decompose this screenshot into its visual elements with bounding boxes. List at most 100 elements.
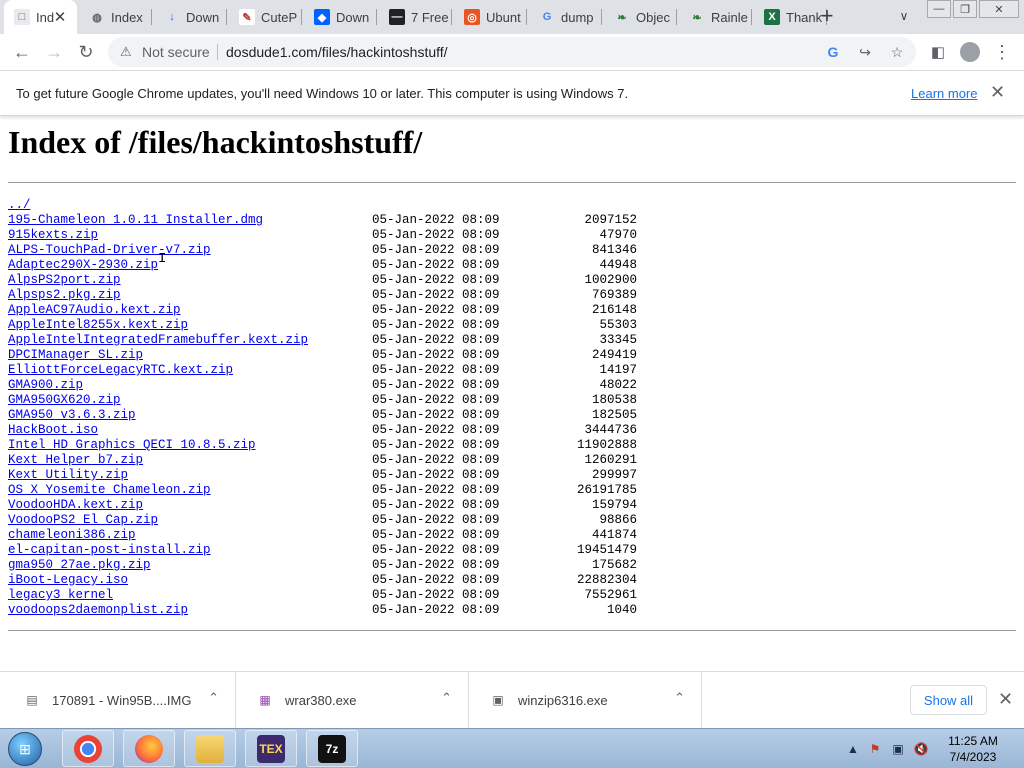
tab[interactable]: ◎ Ubunt [454, 0, 527, 34]
file-link[interactable]: GMA950GX620.zip [8, 393, 121, 407]
new-tab-button[interactable]: + [815, 3, 839, 28]
chevron-up-icon[interactable]: ⌃ [674, 690, 685, 706]
disk-image-icon: ▤ [26, 693, 38, 707]
parent-directory-link[interactable]: ../ [8, 198, 31, 212]
close-window-button[interactable]: ✕ [979, 0, 1019, 18]
tab[interactable]: ✎ CuteP [229, 0, 302, 34]
clock[interactable]: 11:25 AM 7/4/2023 [940, 733, 1006, 765]
tab-title: CuteP [261, 9, 298, 25]
close-icon[interactable]: ✕ [998, 689, 1013, 710]
file-link[interactable]: OS X Yosemite Chameleon.zip [8, 483, 211, 497]
file-link[interactable]: voodoops2daemonplist.zip [8, 603, 188, 617]
file-link[interactable]: 195-Chameleon 1.0.11 Installer.dmg [8, 213, 263, 227]
file-link[interactable]: Alpsps2.pkg.zip [8, 288, 121, 302]
address-bar[interactable]: ⚠ Not secure dosdude1.com/files/hackinto… [108, 37, 916, 67]
maximize-button[interactable]: ❐ [953, 0, 977, 18]
tab-strip: □ Ind ✕ ◍ Index ↓ Down ✎ CuteP ◆ Down — 7 Free ◎ Ubunt… [0, 0, 1024, 34]
file-size: 19451479 [576, 543, 637, 557]
file-size: 182505 [591, 408, 637, 422]
file-link[interactable]: legacy3_kernel [8, 588, 113, 602]
chevron-up-icon[interactable]: ⌃ [208, 690, 219, 706]
tab[interactable]: ◍ Index [79, 0, 152, 34]
file-link[interactable]: HackBoot.iso [8, 423, 98, 437]
tab[interactable]: □ Ind ✕ [4, 0, 77, 34]
dropbox-icon: ◆ [314, 9, 330, 25]
update-infobar: To get future Google Chrome updates, you… [0, 71, 1024, 116]
file-link[interactable]: VoodooPS2 El Cap.zip [8, 513, 158, 527]
tab[interactable]: ↓ Down [154, 0, 227, 34]
close-tab-icon[interactable]: ✕ [51, 8, 69, 26]
download-item[interactable]: ▤ 170891 - Win95B....IMG ⌃ [4, 672, 236, 729]
volume-muted-icon[interactable]: 🔇 [913, 741, 929, 757]
url-text[interactable]: dosdude1.com/files/hackintoshstuff/ [226, 44, 448, 60]
file-link[interactable]: gma950_27ae.pkg.zip [8, 558, 151, 572]
file-link[interactable]: GMA900.zip [8, 378, 83, 392]
tab-search-icon[interactable]: ∨ [894, 6, 914, 26]
download-icon: ↓ [169, 11, 175, 23]
taskbar-app-button[interactable] [123, 730, 175, 767]
start-button[interactable]: ⊞ [3, 730, 47, 768]
file-link[interactable]: 915kexts.zip [8, 228, 98, 242]
file-link[interactable]: AppleAC97Audio.kext.zip [8, 303, 181, 317]
tab-separator [526, 9, 527, 25]
file-link[interactable]: AppleIntel8255x.kext.zip [8, 318, 188, 332]
file-link[interactable]: VoodooHDA.kext.zip [8, 498, 143, 512]
menu-icon[interactable]: ⋮ [990, 40, 1014, 64]
file-link[interactable]: Kext Utility.zip [8, 468, 128, 482]
side-panel-icon[interactable]: ◧ [926, 40, 950, 64]
download-item[interactable]: ▣ winzip6316.exe ⌃ [470, 672, 702, 729]
show-hidden-icons-icon[interactable]: ▲ [845, 741, 861, 757]
minimize-button[interactable]: — [927, 0, 951, 18]
chevron-up-icon[interactable]: ⌃ [441, 690, 452, 706]
file-size: 48022 [599, 378, 637, 392]
file-link[interactable]: AppleIntelIntegratedFramebuffer.kext.zip [8, 333, 308, 347]
download-item[interactable]: ▦ wrar380.exe ⌃ [237, 672, 469, 729]
file-link[interactable]: Kext Helper b7.zip [8, 453, 143, 467]
tab[interactable]: — 7 Free [379, 0, 452, 34]
taskbar-app-button[interactable] [184, 730, 236, 767]
file-link[interactable]: iBoot-Legacy.iso [8, 573, 128, 587]
file-link[interactable]: ElliottForceLegacyRTC.kext.zip [8, 363, 233, 377]
taskbar-app-button[interactable]: TEX [245, 730, 297, 767]
file-link[interactable]: Adaptec290X-2930.zip [8, 258, 158, 272]
warning-icon[interactable]: ⚠ [120, 44, 132, 60]
close-icon[interactable]: ✕ [990, 82, 1005, 103]
file-size: 175682 [591, 558, 637, 572]
file-link[interactable]: DPCIManager_SL.zip [8, 348, 143, 362]
installer-icon: ▣ [492, 693, 504, 707]
file-link[interactable]: chameleoni386.zip [8, 528, 136, 542]
tab-title: dump [561, 9, 594, 25]
file-link[interactable]: el-capitan-post-install.zip [8, 543, 211, 557]
page-content: Index of /files/hackintoshstuff/ ../ 195… [0, 118, 1024, 671]
tab-separator [151, 9, 152, 25]
network-icon[interactable]: ▣ [890, 741, 906, 757]
file-date: 05-Jan-2022 08:09 [372, 303, 500, 317]
tab-separator [376, 9, 377, 25]
file-size: 1260291 [584, 453, 637, 467]
back-icon[interactable]: ← [10, 40, 34, 64]
reload-icon[interactable]: ↻ [74, 40, 98, 64]
show-all-button[interactable]: Show all [910, 685, 987, 715]
tab[interactable]: Gdump [529, 0, 602, 34]
ubuntu-icon: ◎ [464, 9, 480, 25]
learn-more-link[interactable]: Learn more [911, 86, 977, 101]
share-icon[interactable]: ↪ [855, 42, 875, 62]
star-icon[interactable]: ☆ [887, 42, 907, 62]
taskbar-app-button[interactable] [62, 730, 114, 767]
tab-title: Ubunt [486, 9, 521, 25]
tab[interactable]: ◆ Down [304, 0, 377, 34]
file-link[interactable]: ALPS-TouchPad-Driver-v7.zip [8, 243, 211, 257]
forward-icon[interactable]: → [42, 40, 66, 64]
security-label[interactable]: Not secure [142, 44, 210, 60]
tab-title: Index [111, 9, 143, 25]
google-lens-icon[interactable]: G [823, 42, 843, 62]
tab[interactable]: ❧ Rainle [679, 0, 752, 34]
file-link[interactable]: AlpsPS2port.zip [8, 273, 121, 287]
profile-icon[interactable] [958, 40, 982, 64]
file-link[interactable]: GMA950_v3.6.3.zip [8, 408, 136, 422]
action-center-icon[interactable]: ⚑ [867, 741, 883, 757]
tab[interactable]: ❧ Objec [604, 0, 677, 34]
taskbar-app-button[interactable]: 7z [306, 730, 358, 767]
file-date: 05-Jan-2022 08:09 [372, 513, 500, 527]
file-link[interactable]: Intel HD Graphics QECI 10.8.5.zip [8, 438, 256, 452]
